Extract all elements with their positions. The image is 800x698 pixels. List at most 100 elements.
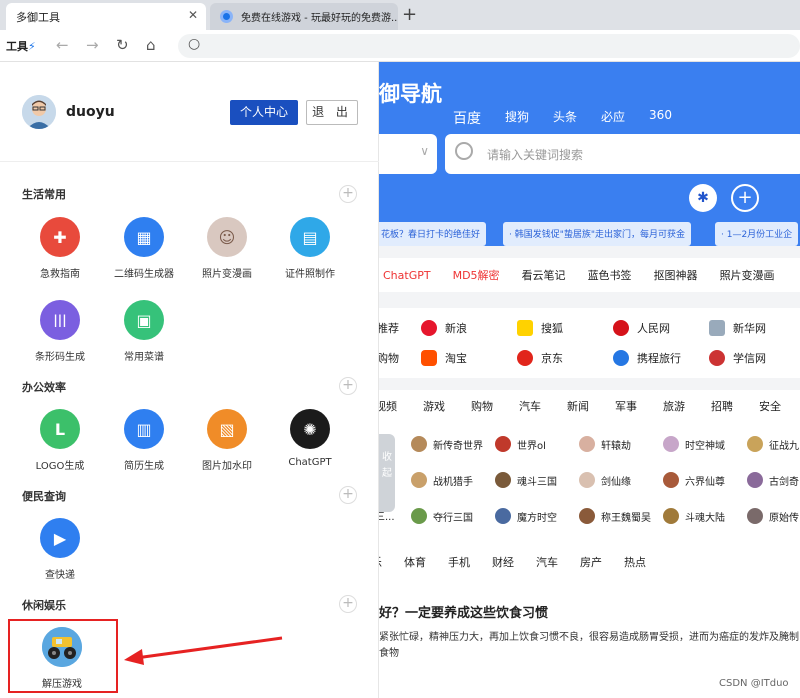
barcode-icon: ||| [40, 300, 80, 340]
game-link[interactable]: 战机猎手 [411, 472, 473, 488]
news-tab[interactable]: 汽车 [536, 554, 558, 570]
tool-barcode[interactable]: ||| 条形码生成 [24, 300, 96, 363]
tool-express[interactable]: ▶ 查快递 [24, 518, 96, 581]
game-link[interactable]: 世界ol [495, 436, 546, 452]
game-link[interactable]: 斗魂大陆 [663, 508, 725, 524]
back-icon[interactable]: ← [56, 36, 69, 54]
close-icon[interactable]: ✕ [188, 8, 198, 22]
tab-free-games[interactable]: 免费在线游戏 - 玩最好玩的免费游... [210, 3, 398, 30]
logout-button[interactable]: 退 出 [306, 100, 358, 125]
news-tab[interactable]: 乐 [379, 554, 382, 570]
news-tab[interactable]: 财经 [492, 554, 514, 570]
paw-icon[interactable]: ✱ [689, 184, 717, 212]
engine-tab[interactable]: 头条 [553, 108, 577, 128]
category-tab[interactable]: 招聘 [711, 398, 733, 414]
tool-id-photo[interactable]: ▤ 证件照制作 [274, 217, 346, 280]
game-link[interactable]: 魔方时空 [495, 508, 557, 524]
game-link[interactable]: 古剑奇 [747, 472, 799, 488]
engine-tab[interactable]: 百度 [453, 108, 481, 128]
add-icon[interactable]: + [339, 377, 357, 395]
news-tab[interactable]: 房产 [580, 554, 602, 570]
quick-link[interactable]: MD5解密 [453, 267, 500, 283]
news-chip[interactable]: · 1—2月份工业企 [715, 222, 799, 246]
recipe-icon: ▣ [124, 300, 164, 340]
category-tab[interactable]: 视频 [379, 398, 397, 414]
home-icon[interactable]: ⌂ [146, 36, 156, 54]
engine-tab[interactable]: 360 [649, 108, 672, 128]
tools-logo[interactable]: 工具⚡ [6, 38, 36, 54]
site-link[interactable]: 人民网 [613, 320, 670, 336]
category-tab[interactable]: 安全 [759, 398, 781, 414]
game-link[interactable]: 剑仙缘 [579, 472, 631, 488]
site-link[interactable]: 京东 [517, 350, 563, 366]
category-tab[interactable]: 汽车 [519, 398, 541, 414]
game-link[interactable]: 六界仙尊 [663, 472, 725, 488]
category-tab[interactable]: 购物 [471, 398, 493, 414]
category-tab[interactable]: 新闻 [567, 398, 589, 414]
news-tab[interactable]: 热点 [624, 554, 646, 570]
game-link[interactable]: 新传奇世界 [411, 436, 483, 452]
reload-icon[interactable]: ↻ [116, 36, 129, 54]
engine-tab[interactable]: 必应 [601, 108, 625, 128]
article-title[interactable]: 好？一定要养成这些饮食习惯 [379, 602, 548, 621]
collapse-button[interactable]: 收起 [379, 434, 395, 512]
game-link[interactable]: 原始传 [747, 508, 799, 524]
game-icon [579, 508, 595, 524]
add-icon[interactable]: + [731, 184, 759, 212]
section-title: 生活常用 [22, 188, 66, 201]
tool-watermark[interactable]: ▧ 图片加水印 [191, 409, 263, 472]
add-icon[interactable]: + [339, 185, 357, 203]
tool-first-aid[interactable]: ✚ 急救指南 [24, 217, 96, 280]
taobao-icon [421, 350, 437, 366]
game-link[interactable]: 称王魏蜀吴 [579, 508, 651, 524]
tool-photo-cartoon[interactable]: ☺ 照片变漫画 [191, 217, 263, 280]
tab-duoyu-tools[interactable]: 多御工具 ✕ [6, 3, 206, 30]
site-link[interactable]: 学信网 [709, 350, 766, 366]
category-tab[interactable]: 游戏 [423, 398, 445, 414]
site-link[interactable]: 淘宝 [421, 350, 467, 366]
new-tab-icon[interactable]: + [402, 4, 417, 25]
game-link[interactable]: 三... [379, 508, 395, 523]
news-chip[interactable]: · 韩国发钱促"蛰居族"走出家门，每月可获金 [503, 222, 692, 246]
avatar[interactable] [22, 95, 56, 129]
search-input[interactable]: 请输入关键词搜索 [445, 134, 800, 174]
site-link[interactable]: 购物 [379, 350, 399, 366]
game-link[interactable]: 夺行三国 [411, 508, 473, 524]
category-tab[interactable]: 军事 [615, 398, 637, 414]
news-tab[interactable]: 体育 [404, 554, 426, 570]
tool-label: 照片变漫画 [202, 269, 252, 280]
category-tab[interactable]: 旅游 [663, 398, 685, 414]
game-link[interactable]: 魂斗三国 [495, 472, 557, 488]
site-link[interactable]: 携程旅行 [613, 350, 681, 366]
add-icon[interactable]: + [339, 486, 357, 504]
quick-link[interactable]: ChatGPT [383, 269, 431, 282]
game-link[interactable]: 征战九 [747, 436, 799, 452]
site-link[interactable]: 新浪 [421, 320, 467, 336]
tool-logo[interactable]: L LOGO生成 [24, 409, 96, 472]
tool-label: 查快递 [45, 570, 75, 581]
game-icon [495, 436, 511, 452]
site-link[interactable]: 新华网 [709, 320, 766, 336]
tool-chatgpt[interactable]: ✺ ChatGPT [274, 409, 346, 468]
site-link[interactable]: 推荐 [379, 320, 399, 336]
address-bar[interactable]: ○ [178, 34, 800, 58]
game-icon [663, 508, 679, 524]
tool-recipes[interactable]: ▣ 常用菜谱 [108, 300, 180, 363]
personal-center-button[interactable]: 个人中心 [230, 100, 298, 125]
news-tab[interactable]: 手机 [448, 554, 470, 570]
quick-link[interactable]: 蓝色书签 [588, 267, 632, 283]
delivery-truck-icon: ▶ [40, 518, 80, 558]
quick-link[interactable]: 看云笔记 [522, 267, 566, 283]
game-link[interactable]: 轩辕劫 [579, 436, 631, 452]
engine-select[interactable]: ∨ [379, 134, 437, 174]
tool-qrcode[interactable]: ▦ 二维码生成器 [108, 217, 180, 280]
news-chip[interactable]: 花板？春日打卡的绝佳好 [379, 222, 487, 246]
add-icon[interactable]: + [339, 595, 357, 613]
tool-resume[interactable]: ▥ 简历生成 [108, 409, 180, 472]
site-link[interactable]: 搜狐 [517, 320, 563, 336]
game-link[interactable]: 时空神域 [663, 436, 725, 452]
forward-icon[interactable]: → [86, 36, 99, 54]
quick-link[interactable]: 照片变漫画 [720, 267, 775, 283]
quick-link[interactable]: 抠图神器 [654, 267, 698, 283]
engine-tab[interactable]: 搜狗 [505, 108, 529, 128]
